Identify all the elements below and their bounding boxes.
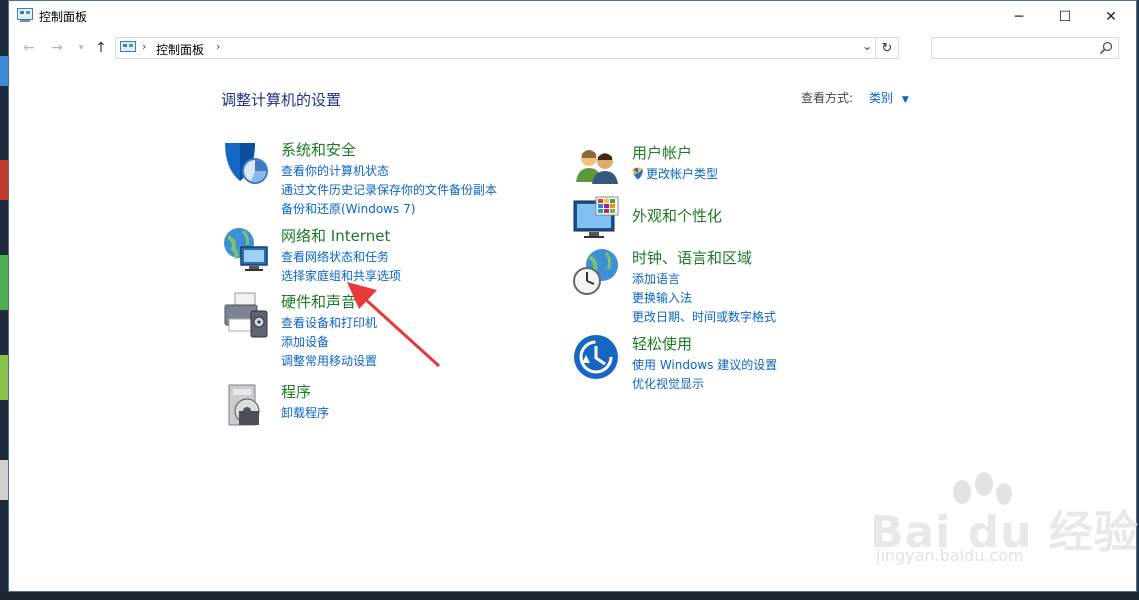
taskbar — [0, 592, 1139, 600]
link-devices-printers[interactable]: 查看设备和打印机 — [281, 314, 377, 333]
view-by-label: 查看方式: — [801, 91, 854, 105]
ease-of-access-icon[interactable] — [572, 333, 622, 383]
up-arrow-icon[interactable]: ↑ — [91, 38, 111, 58]
printer-icon[interactable] — [221, 291, 271, 341]
clock-globe-icon[interactable] — [572, 247, 622, 297]
link-mobility-settings[interactable]: 调整常用移动设置 — [281, 352, 377, 371]
title-bar: 控制面板 ─ ☐ ✕ — [9, 1, 1136, 32]
link-add-device[interactable]: 添加设备 — [281, 333, 377, 352]
category-title[interactable]: 系统和安全 — [281, 139, 356, 160]
users-icon[interactable] — [572, 142, 622, 192]
link-optimize-visual-display[interactable]: 优化视觉显示 — [632, 375, 777, 394]
search-box[interactable] — [931, 37, 1119, 59]
link-recommended-settings[interactable]: 使用 Windows 建议的设置 — [632, 356, 777, 375]
globe-network-icon[interactable] — [221, 225, 271, 275]
breadcrumb-separator-icon[interactable]: › — [142, 40, 146, 53]
window-title: 控制面板 — [39, 10, 88, 24]
search-icon[interactable] — [1099, 41, 1113, 55]
control-panel-icon — [120, 41, 136, 52]
search-input[interactable] — [934, 39, 1088, 59]
minimize-button[interactable]: ─ — [996, 1, 1042, 32]
link-file-history[interactable]: 通过文件历史记录保存你的文件备份副本 — [281, 181, 497, 200]
recent-locations-chevron-icon[interactable]: ▾ — [71, 38, 91, 58]
control-panel-icon — [17, 8, 33, 22]
address-dropdown-icon[interactable]: ⌄ — [862, 39, 872, 53]
link-change-account-type[interactable]: 更改帐户类型 — [632, 165, 718, 184]
watermark-url: jingyan.baidu.com — [876, 546, 1024, 565]
view-by-dropdown[interactable]: 类别 ▼ — [869, 89, 909, 106]
maximize-button[interactable]: ☐ — [1042, 1, 1088, 32]
navigation-bar: ← → ▾ ↑ › 控制面板 › ⌄ ↻ — [9, 34, 1136, 62]
programs-disc-icon[interactable] — [221, 381, 271, 431]
uac-shield-icon — [633, 167, 643, 180]
category-title[interactable]: 网络和 Internet — [281, 225, 390, 246]
link-uninstall-program[interactable]: 卸载程序 — [281, 404, 329, 423]
dropdown-triangle-icon: ▼ — [901, 95, 909, 105]
link-backup-restore[interactable]: 备份和还原(Windows 7) — [281, 200, 497, 219]
category-title[interactable]: 轻松使用 — [632, 333, 692, 354]
link-change-date-time-format[interactable]: 更改日期、时间或数字格式 — [632, 308, 776, 327]
breadcrumb-separator-icon[interactable]: › — [216, 40, 220, 53]
category-title[interactable]: 外观和个性化 — [632, 205, 722, 226]
monitor-palette-icon[interactable] — [572, 195, 622, 245]
breadcrumb-control-panel[interactable]: 控制面板 — [156, 41, 204, 58]
back-arrow-icon[interactable]: ← — [19, 38, 39, 58]
link-homegroup-sharing[interactable]: 选择家庭组和共享选项 — [281, 267, 401, 286]
address-bar[interactable]: › 控制面板 › ⌄ ↻ — [115, 37, 899, 59]
category-title[interactable]: 时钟、语言和区域 — [632, 247, 752, 268]
view-by-value: 类别 — [869, 91, 894, 105]
close-button[interactable]: ✕ — [1088, 1, 1134, 32]
link-label: 更改帐户类型 — [646, 167, 719, 181]
link-add-language[interactable]: 添加语言 — [632, 270, 776, 289]
desktop-background — [0, 0, 8, 600]
refresh-icon[interactable]: ↻ — [875, 38, 898, 58]
category-title[interactable]: 硬件和声音 — [281, 291, 356, 312]
link-network-status[interactable]: 查看网络状态和任务 — [281, 248, 401, 267]
page-heading: 调整计算机的设置 — [221, 91, 342, 109]
category-title[interactable]: 用户帐户 — [632, 142, 692, 163]
forward-arrow-icon[interactable]: → — [47, 38, 67, 58]
shield-icon[interactable] — [221, 139, 271, 189]
link-view-computer-status[interactable]: 查看你的计算机状态 — [281, 162, 497, 181]
category-title[interactable]: 程序 — [281, 381, 311, 402]
link-change-input-method[interactable]: 更换输入法 — [632, 289, 776, 308]
